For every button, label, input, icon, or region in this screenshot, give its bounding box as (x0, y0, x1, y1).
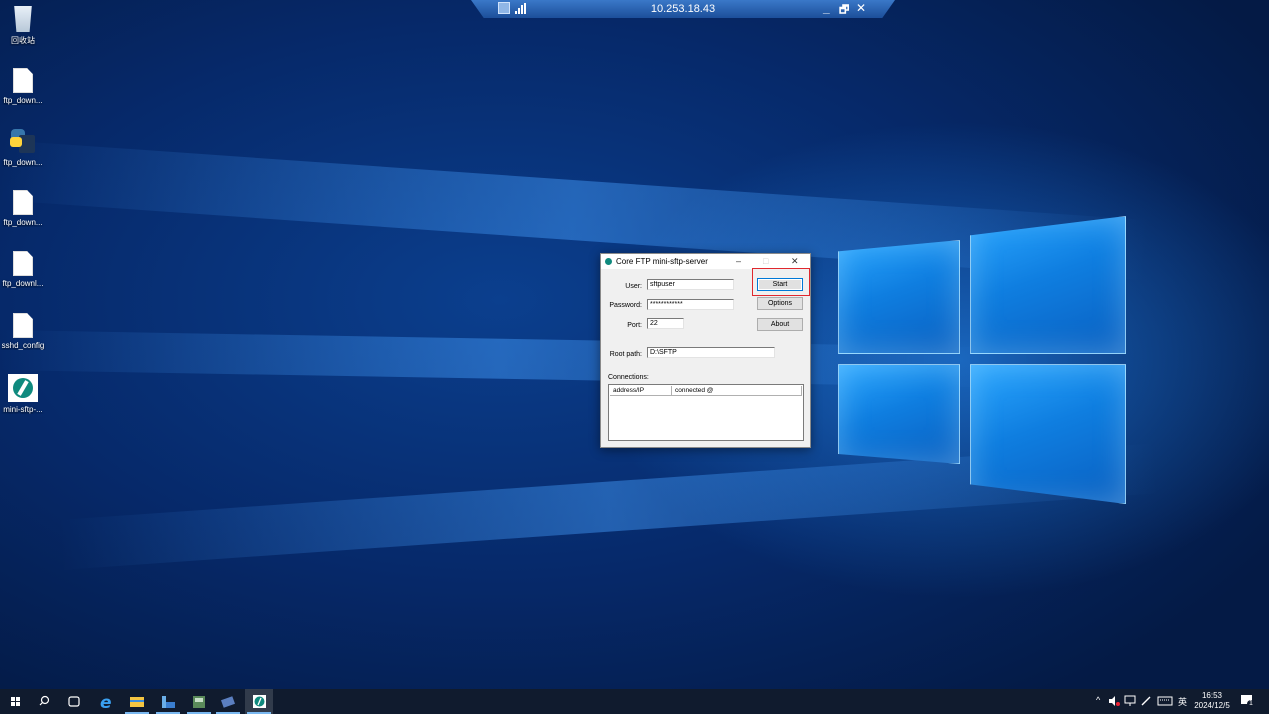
desktop-icon-file[interactable]: ftp_downl... (0, 251, 46, 288)
application-icon (193, 696, 205, 708)
volume-muted-icon[interactable] (1108, 695, 1120, 707)
python-script-icon (9, 127, 37, 155)
taskbar-server-manager[interactable] (154, 689, 182, 714)
about-button[interactable]: About (757, 318, 803, 331)
mini-sftp-server-icon (8, 374, 38, 402)
recycle-bin-icon (14, 6, 32, 32)
user-input[interactable] (647, 279, 734, 290)
windows-logo-pane (970, 216, 1126, 354)
desktop-icon-file[interactable]: ftp_down... (0, 68, 46, 105)
pen-input-icon[interactable] (1140, 695, 1152, 707)
windows-logo-pane (838, 364, 960, 464)
windows-start-icon (11, 697, 20, 706)
mini-sftp-server-icon (253, 695, 266, 708)
rdp-restore-button[interactable]: 🗗 (839, 1, 849, 18)
desktop-icon-file[interactable]: ftp_down... (0, 190, 46, 227)
port-label: Port: (627, 322, 642, 329)
network-icon[interactable] (1124, 695, 1136, 707)
task-view-button[interactable] (60, 689, 88, 714)
file-icon (13, 251, 33, 276)
desktop-icon-mini-sftp-server[interactable]: mini-sftp-... (0, 374, 46, 414)
notification-count-badge: 1 (1247, 700, 1255, 708)
taskbar: e ^ 英 16:53 2024/12/5 1 (0, 689, 1269, 714)
search-icon (39, 695, 50, 706)
taskbar-clock[interactable]: 16:53 2024/12/5 (1190, 691, 1234, 711)
options-button[interactable]: Options (757, 297, 803, 310)
desktop-icon-label: 回收站 (11, 36, 35, 45)
internet-explorer-icon: e (100, 693, 112, 713)
column-header-connected[interactable]: connected @ (672, 386, 802, 396)
taskbar-mini-sftp-server[interactable] (245, 689, 273, 714)
input-method-indicator[interactable]: 英 (1178, 695, 1187, 708)
rdp-minimize-button[interactable]: _ (823, 1, 830, 15)
network-app-icon (220, 696, 236, 708)
keyboard-icon[interactable] (1157, 695, 1173, 707)
column-header-address[interactable]: address/IP (610, 386, 672, 396)
desktop-icon-sshd-config[interactable]: sshd_config (0, 313, 46, 350)
file-icon (13, 190, 33, 215)
action-center-button[interactable]: 1 (1240, 694, 1255, 708)
window-minimize-button[interactable]: – (736, 256, 741, 266)
file-icon (13, 313, 33, 338)
start-button[interactable]: Start (757, 278, 803, 291)
svg-text:e: e (100, 693, 112, 713)
windows-logo-pane (970, 364, 1126, 504)
window-maximize-button: □ (763, 256, 769, 266)
window-close-button[interactable]: ✕ (791, 256, 799, 267)
search-button[interactable] (30, 689, 58, 714)
start-menu-button[interactable] (2, 689, 30, 714)
clock-time: 16:53 (1201, 691, 1223, 700)
password-input[interactable] (647, 299, 734, 310)
taskbar-file-explorer[interactable] (123, 689, 151, 714)
file-icon (13, 68, 33, 93)
remote-host-address: 10.253.18.43 (650, 3, 716, 15)
rdp-close-button[interactable]: ✕ (856, 1, 866, 15)
root-path-label: Root path: (609, 351, 642, 358)
desktop-icon-label: ftp_downl... (2, 279, 44, 288)
connections-label: Connections: (608, 374, 649, 381)
desktop-icon-label: mini-sftp-... (3, 405, 43, 414)
mini-sftp-server-window: Core FTP mini-sftp-server – □ ✕ User: Pa… (600, 253, 811, 448)
show-hidden-icons-button[interactable]: ^ (1096, 695, 1100, 705)
desktop-icon-python-script[interactable]: ftp_down... (0, 127, 46, 167)
window-title: Core FTP mini-sftp-server (616, 257, 708, 266)
desktop-icon-label: ftp_down... (3, 158, 43, 167)
file-explorer-icon (130, 697, 144, 707)
clock-date: 2024/12/5 (1194, 701, 1230, 710)
desktop-icon-recycle-bin[interactable]: 回收站 (0, 6, 46, 46)
password-label: Password: (609, 302, 642, 309)
desktop-icon-label: sshd_config (1, 341, 45, 350)
window-titlebar[interactable]: Core FTP mini-sftp-server – □ ✕ (601, 254, 810, 269)
user-label: User: (625, 283, 642, 290)
server-manager-icon (162, 696, 175, 708)
connections-list[interactable]: address/IP connected @ (608, 384, 804, 441)
app-icon (605, 258, 612, 265)
root-path-input[interactable] (647, 347, 775, 358)
taskbar-remote-app[interactable] (214, 689, 242, 714)
taskbar-internet-explorer[interactable]: e (92, 689, 120, 714)
desktop-icon-label: ftp_down... (3, 96, 43, 105)
windows-logo-pane (838, 240, 960, 354)
remote-desktop-connection-bar: 10.253.18.43 _ 🗗 ✕ (471, 0, 895, 18)
taskbar-app[interactable] (185, 689, 213, 714)
port-input[interactable] (647, 318, 684, 329)
task-view-icon (68, 696, 80, 707)
desktop-icon-label: ftp_down... (3, 218, 43, 227)
